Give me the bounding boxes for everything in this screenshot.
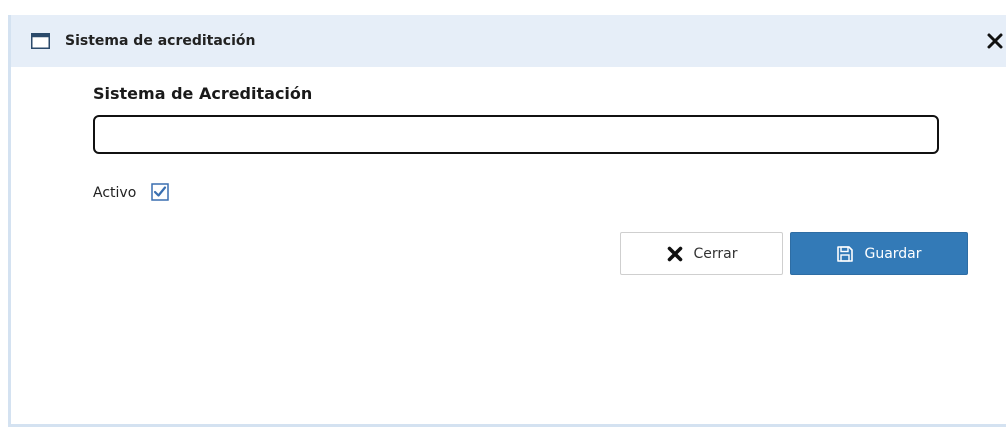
save-icon [836, 245, 854, 263]
save-button-label: Guardar [864, 245, 922, 262]
dialog-title: Sistema de acreditación [65, 33, 256, 49]
checkmark-icon [151, 183, 169, 201]
accreditation-system-label: Sistema de Acreditación [93, 84, 313, 103]
window-icon [31, 33, 50, 49]
active-label: Activo [93, 185, 137, 201]
save-button[interactable]: Guardar [790, 232, 968, 275]
close-icon[interactable] [986, 32, 1004, 50]
active-checkbox[interactable] [151, 183, 169, 201]
close-button-label: Cerrar [693, 245, 738, 262]
accreditation-system-input[interactable] [93, 115, 939, 154]
close-icon [666, 245, 684, 263]
close-button[interactable]: Cerrar [620, 232, 783, 275]
accreditation-dialog: Sistema de acreditación Sistema de Acred… [8, 15, 1006, 427]
dialog-title-bar: Sistema de acreditación [11, 15, 1006, 67]
